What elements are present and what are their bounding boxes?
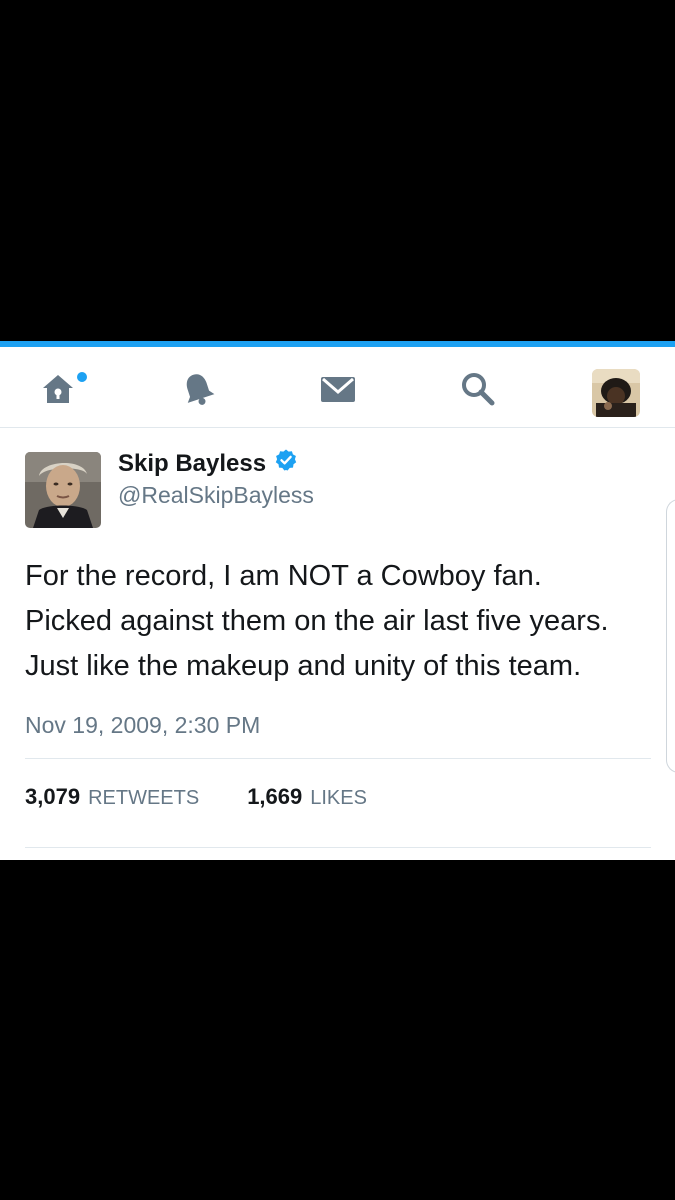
black-letterbox-top xyxy=(0,0,675,341)
tweet-text: For the record, I am NOT a Cowboy fan. P… xyxy=(25,554,655,689)
tweet-timestamp[interactable]: Nov 19, 2009, 2:30 PM xyxy=(25,712,260,739)
search-tab[interactable] xyxy=(448,361,508,417)
top-navbar xyxy=(0,347,675,428)
search-icon xyxy=(458,369,498,409)
verified-badge-icon xyxy=(274,448,298,479)
home-notification-dot xyxy=(77,372,87,382)
black-letterbox-bottom xyxy=(0,860,675,1200)
retweets-stat[interactable]: 3,079 RETWEETS xyxy=(25,784,199,810)
tweet-stats: 3,079 RETWEETS 1,669 LIKES xyxy=(25,784,415,810)
retweets-count: 3,079 xyxy=(25,784,81,809)
tweet-text-line: For the record, I am NOT a Cowboy fan. xyxy=(25,560,542,592)
bell-icon xyxy=(178,369,218,409)
likes-label: LIKES xyxy=(310,787,367,809)
tweet-text-line: Picked against them on the air last five… xyxy=(25,605,609,637)
author-name[interactable]: Skip Bayless xyxy=(118,448,298,479)
mail-icon xyxy=(318,369,358,409)
author-avatar[interactable] xyxy=(25,452,101,528)
screen-edge xyxy=(666,499,675,773)
notifications-tab[interactable] xyxy=(168,361,228,417)
author-handle[interactable]: @RealSkipBayless xyxy=(118,482,314,509)
home-tab[interactable] xyxy=(28,361,88,417)
home-icon xyxy=(38,369,78,409)
author-name-text: Skip Bayless xyxy=(118,449,267,477)
retweets-label: RETWEETS xyxy=(88,787,200,809)
tweet-screen: Skip Bayless @RealSkipBayless For the re… xyxy=(0,341,675,860)
profile-avatar[interactable] xyxy=(592,369,640,417)
tweet-text-line: Just like the makeup and unity of this t… xyxy=(25,650,582,682)
likes-count: 1,669 xyxy=(247,784,303,809)
divider xyxy=(25,847,651,848)
tweet-detail: Skip Bayless @RealSkipBayless For the re… xyxy=(0,428,675,860)
divider xyxy=(25,758,651,759)
likes-stat[interactable]: 1,669 LIKES xyxy=(247,784,367,810)
messages-tab[interactable] xyxy=(308,361,368,417)
